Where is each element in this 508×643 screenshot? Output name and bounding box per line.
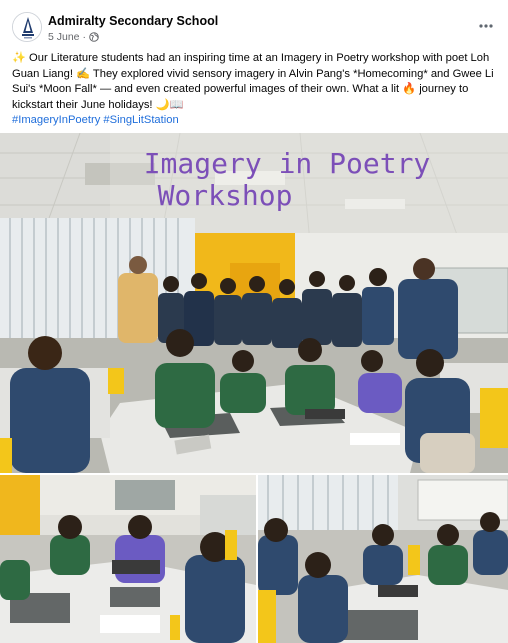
date-separator: · — [82, 31, 87, 43]
globe-icon — [89, 32, 99, 42]
caption-line: Sui's *Moon Fall* — and even created pow… — [12, 83, 469, 95]
post-caption: ✨ Our Literature students had an inspiri… — [12, 51, 500, 129]
more-options-icon — [479, 24, 493, 28]
hashtag-row: #ImageryInPoetry #SingLitStation — [12, 113, 500, 129]
hashtag-link[interactable]: #ImageryInPoetry — [12, 114, 100, 126]
page-name-link[interactable]: Admiralty Secondary School — [48, 14, 218, 28]
secondary-photo-left[interactable] — [0, 475, 256, 643]
hashtag-link[interactable]: #SingLitStation — [103, 114, 178, 126]
caption-line: kickstart their June holidays! 🌙📖 — [12, 98, 184, 111]
more-options-button[interactable] — [474, 14, 498, 38]
post-date[interactable]: 5 June — [48, 31, 80, 43]
post-meta: 5 June · — [48, 31, 99, 43]
students-writing-photo — [0, 475, 256, 643]
page-avatar[interactable] — [12, 12, 42, 42]
post-header: Admiralty Secondary School 5 June · — [12, 10, 502, 46]
facebook-post-card: Admiralty Secondary School 5 June · ✨ Ou… — [0, 0, 508, 643]
students-discussing-photo — [258, 475, 508, 643]
caption-line: Guan Liang! ✍️ They explored vivid senso… — [12, 67, 494, 80]
caption-line: ✨ Our Literature students had an inspiri… — [12, 52, 490, 64]
whiteboard-title: Imagery in Poetry Workshop — [130, 148, 450, 212]
whiteboard-line-2: Workshop — [157, 179, 293, 212]
secondary-photo-right[interactable] — [258, 475, 508, 643]
whiteboard-line-1: Imagery in Poetry — [143, 147, 431, 180]
school-crest-icon — [13, 13, 41, 41]
